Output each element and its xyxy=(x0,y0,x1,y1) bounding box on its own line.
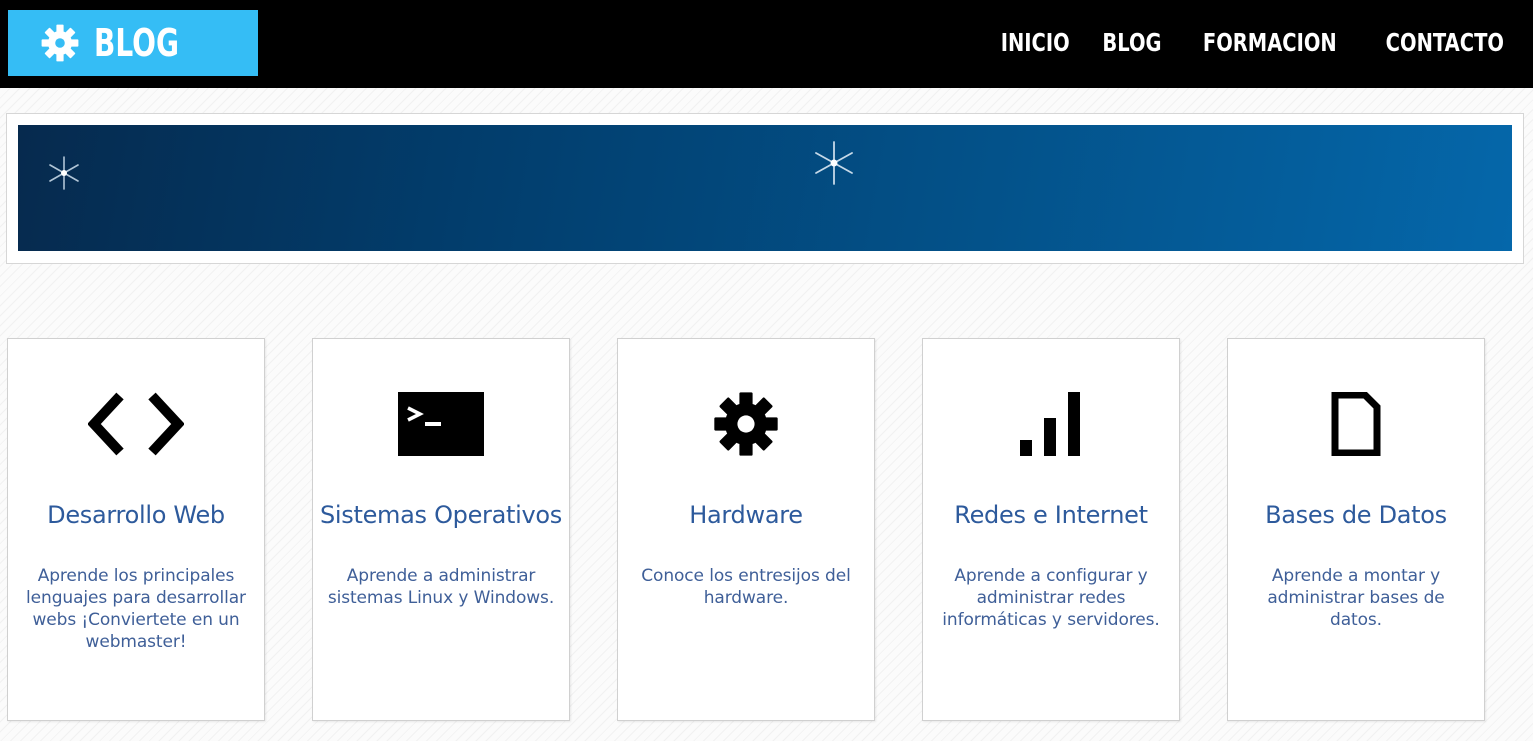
logo-link[interactable]: BLOG xyxy=(8,10,258,76)
card-hardware[interactable]: Hardware Conoce los entresijos del hardw… xyxy=(617,338,875,721)
sparkle-icon xyxy=(815,141,853,185)
card-sistemas-operativos[interactable]: Sistemas Operativos Aprende a administra… xyxy=(312,338,570,721)
nav-contacto[interactable]: CONTACTO xyxy=(1386,28,1504,57)
top-navbar: BLOG INICIO BLOG FORMACION CONTACTO xyxy=(0,0,1533,88)
document-icon xyxy=(1228,389,1484,459)
card-description: Aprende a administrar sistemas Linux y W… xyxy=(327,566,555,608)
card-description: Conoce los entresijos del hardware. xyxy=(641,566,851,608)
nav-inicio[interactable]: INICIO xyxy=(1001,28,1070,57)
card-title[interactable]: Sistemas Operativos xyxy=(313,501,569,529)
logo-text: BLOG xyxy=(94,21,179,65)
hero-banner xyxy=(18,125,1512,251)
card-description: Aprende a configurar y administrar redes… xyxy=(942,566,1160,630)
nav-blog[interactable]: BLOG xyxy=(1102,28,1161,57)
card-title[interactable]: Bases de Datos xyxy=(1228,501,1484,529)
code-icon xyxy=(8,389,264,459)
sparkle-icon xyxy=(49,156,79,190)
card-bases-datos[interactable]: Bases de Datos Aprende a montar y admini… xyxy=(1227,338,1485,721)
card-title[interactable]: Desarrollo Web xyxy=(8,501,264,529)
main-nav: INICIO BLOG FORMACION CONTACTO xyxy=(977,24,1521,60)
card-description: Aprende a montar y administrar bases de … xyxy=(1267,566,1445,630)
card-title[interactable]: Hardware xyxy=(618,501,874,529)
gear-icon xyxy=(618,389,874,459)
gear-icon xyxy=(40,23,80,63)
card-title[interactable]: Redes e Internet xyxy=(923,501,1179,529)
card-desarrollo-web[interactable]: Desarrollo Web Aprende los principales l… xyxy=(7,338,265,721)
terminal-icon xyxy=(313,389,569,459)
signal-bars-icon xyxy=(923,389,1179,459)
hero-banner-frame xyxy=(6,113,1524,264)
nav-formacion[interactable]: FORMACION xyxy=(1203,28,1337,57)
card-redes-internet[interactable]: Redes e Internet Aprende a configurar y … xyxy=(922,338,1180,721)
card-description: Aprende los principales lenguajes para d… xyxy=(26,566,246,652)
